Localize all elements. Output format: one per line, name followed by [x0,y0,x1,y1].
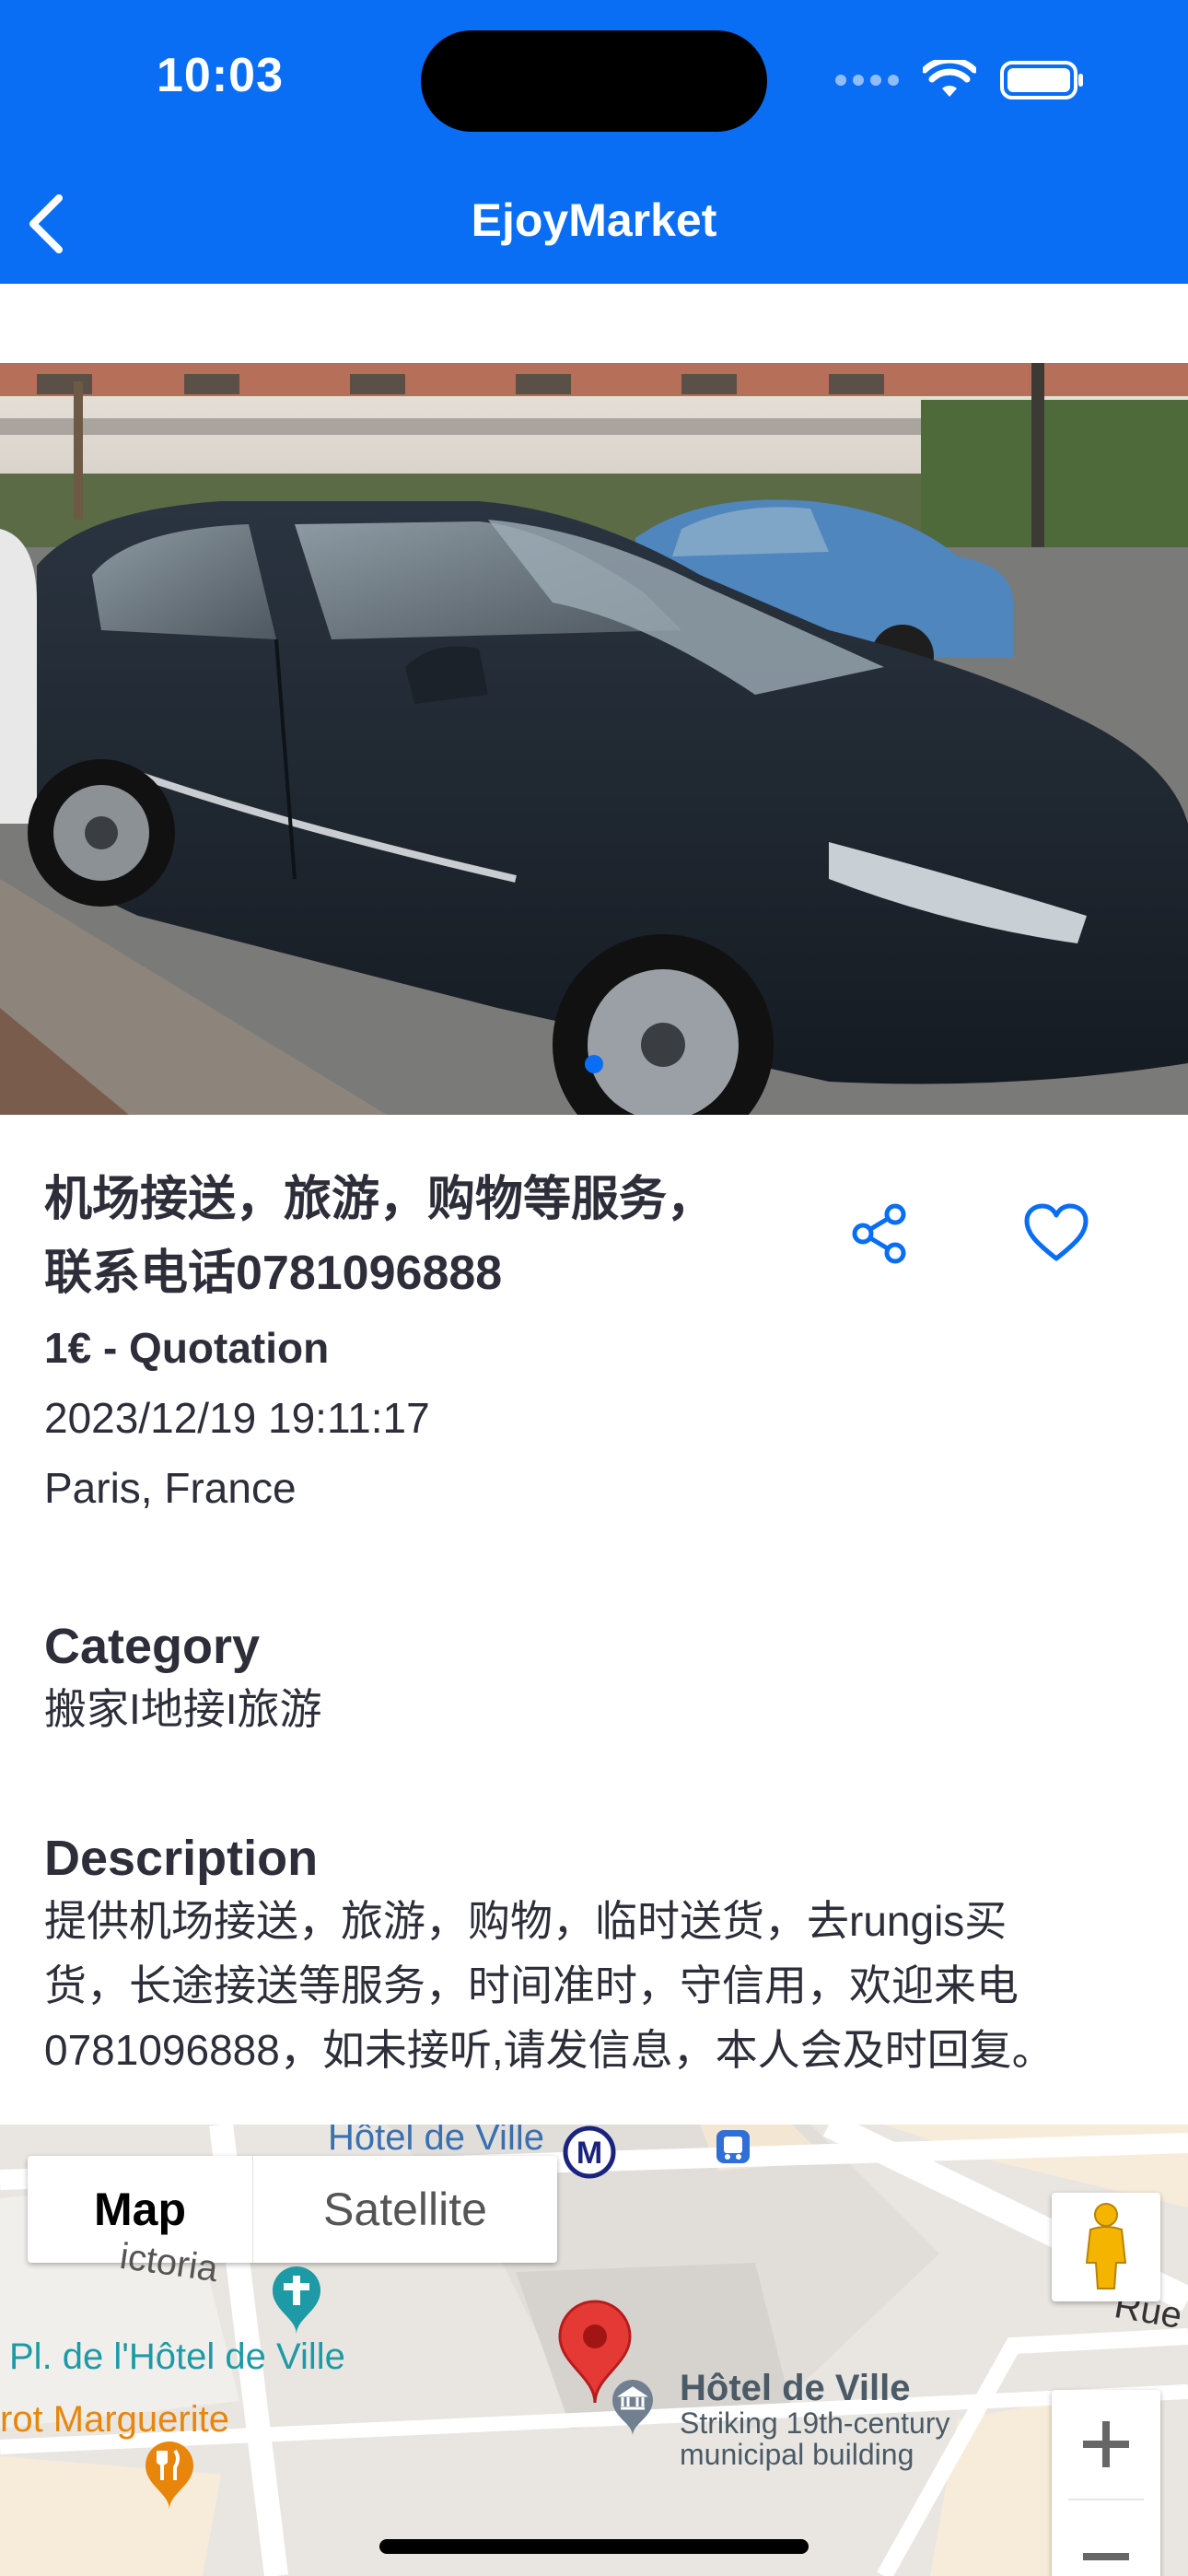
cellular-icon [835,75,899,86]
zoom-controls [1052,2390,1160,2576]
listing-price: 1€ - Quotation [44,1324,330,1372]
listing-date: 2023/12/19 19:11:17 [44,1394,430,1442]
status-icons [835,57,1085,103]
listing-photo[interactable] [0,363,1188,1115]
map-label-place: Pl. de l'Hôtel de Ville [9,2336,345,2377]
listing-title-line1: 机场接送，旅游，购物等服务， [44,1173,716,1226]
listing-title: 机场接送，旅游，购物等服务， 联系电话0781096888 [44,1163,781,1310]
share-button[interactable] [847,1201,912,1266]
share-icon [852,1203,906,1264]
museum-icon[interactable] [269,2263,324,2336]
category-heading: Category [44,1619,261,1674]
pegman-icon [1085,2203,1127,2289]
home-indicator[interactable] [379,2539,809,2554]
zoom-in-button[interactable] [1052,2390,1160,2499]
zoom-divider [1068,2499,1144,2500]
dynamic-island [421,30,767,132]
street-view-button[interactable] [1052,2193,1160,2301]
svg-text:M: M [577,2136,602,2171]
car-photo-illustration [0,363,1188,1115]
description-line2: 货，长途接送等服务，时间准时，守信用，欢迎来电 [44,1961,1019,2009]
description-text: 提供机场接送，旅游，购物，临时送货，去rungis买 货，长途接送等服务，时间准… [44,1889,1149,2082]
poi-desc-line1: Striking 19th-century [680,2406,950,2440]
museum-icon[interactable] [610,2377,656,2438]
heart-icon [1024,1203,1089,1261]
poi-desc-line2: municipal building [680,2438,914,2471]
page-title: EjoyMarket [471,194,717,246]
map-type-toggle: Map Satellite [28,2156,557,2263]
poi-name: Hôtel de Ville [680,2368,911,2408]
bus-icon [716,2130,750,2163]
map-label-marguerite: rot Marguerite [0,2399,229,2440]
restaurant-icon[interactable] [142,2438,197,2512]
listing-location: Paris, France [44,1464,297,1512]
minus-icon [1083,2553,1129,2560]
plus-icon [1083,2421,1129,2467]
status-time: 10:03 [157,49,284,102]
listing-title-line2: 联系电话0781096888 [44,1247,503,1300]
map-type-satellite-button[interactable]: Satellite [253,2156,557,2263]
location-map[interactable]: Map Satellite Hôtel de Ville M ictoria P… [0,2125,1188,2576]
category-value: 搬家I地接I旅游 [44,1685,322,1733]
zoom-out-button[interactable] [1052,2502,1160,2576]
app-header: 10:03 EjoyMarket [0,0,1188,284]
battery-icon [1000,61,1083,100]
favorite-button[interactable] [1022,1201,1090,1266]
description-line1: 提供机场接送，旅游，购物，临时送货，去rungis买 [44,1897,1007,1945]
carousel-page-indicator[interactable] [585,1055,603,1073]
description-heading: Description [44,1831,319,1886]
map-label-top: Hôtel de Ville [328,2125,544,2158]
wifi-icon [923,60,976,97]
metro-icon: M [563,2125,616,2179]
description-line3: 0781096888，如未接听,请发信息，本人会及时回复。 [44,2026,1054,2074]
